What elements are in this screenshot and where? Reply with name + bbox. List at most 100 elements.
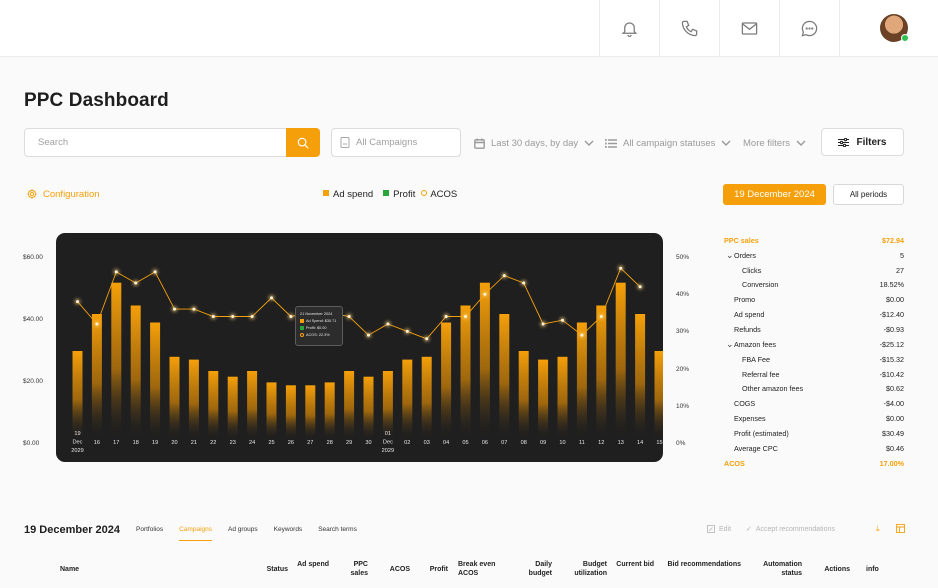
search-input[interactable] [24, 128, 287, 157]
bar-ad-spend[interactable] [441, 322, 452, 441]
edit-button[interactable]: Edit [707, 525, 731, 533]
acos-point[interactable] [367, 333, 370, 337]
legend-acos[interactable]: ACOS [421, 189, 457, 200]
bar-ad-spend[interactable] [518, 351, 529, 440]
bar-ad-spend[interactable] [538, 359, 549, 440]
date-range-select[interactable]: Last 30 days, by day [474, 134, 594, 152]
bar-ad-spend[interactable] [130, 305, 141, 441]
acos-point[interactable] [541, 322, 545, 326]
summary-row[interactable]: ⌄ Orders 5 [724, 248, 904, 263]
selected-date-button[interactable]: 19 December 2024 [723, 184, 826, 205]
column-header-profit[interactable]: Profit [424, 565, 448, 574]
column-header-name[interactable]: Name [60, 565, 120, 574]
acos-point[interactable] [483, 292, 487, 296]
column-header-bid-recommendations[interactable]: Bid recommendations [665, 560, 741, 569]
column-header-budget-utilization[interactable]: Budget utilization [562, 560, 607, 578]
column-header-ad-spend[interactable]: Ad spend [296, 560, 329, 569]
bar-ad-spend[interactable] [460, 305, 471, 441]
acos-point[interactable] [386, 322, 390, 326]
chevron-down-icon[interactable]: ⌄ [726, 251, 734, 260]
acos-point[interactable] [522, 281, 526, 285]
acos-point[interactable] [444, 315, 448, 318]
bar-ad-spend[interactable] [615, 282, 626, 440]
acos-point[interactable] [95, 322, 99, 326]
bar-ad-spend[interactable] [479, 282, 490, 440]
column-header-break-even-acos[interactable]: Break even ACOS [458, 560, 506, 578]
avatar[interactable] [880, 14, 909, 42]
legend-ad-spend[interactable]: Ad spend [323, 189, 373, 200]
tab-campaigns[interactable]: Campaigns [179, 526, 212, 541]
bar-ad-spend[interactable] [557, 356, 568, 441]
bar-ad-spend[interactable] [635, 314, 646, 440]
bar-ad-spend[interactable] [421, 356, 432, 441]
acos-point[interactable] [134, 281, 138, 285]
tab-ad-groups[interactable]: Ad groups [228, 526, 258, 541]
tab-keywords[interactable]: Keywords [274, 526, 303, 541]
bar-ad-spend[interactable] [72, 351, 83, 440]
tab-portfolios[interactable]: Portfolios [136, 526, 163, 541]
tab-search-terms[interactable]: Search terms [318, 526, 357, 541]
column-header-actions[interactable]: Actions [818, 565, 850, 574]
acos-point[interactable] [464, 315, 467, 318]
search-button[interactable] [286, 128, 320, 157]
acos-point[interactable] [153, 270, 157, 274]
column-header-current-bid[interactable]: Current bid [616, 560, 654, 569]
columns-icon[interactable] [896, 524, 905, 535]
notifications-button[interactable] [599, 0, 659, 57]
acos-point[interactable] [347, 315, 351, 318]
acos-point[interactable] [76, 300, 79, 304]
acos-point[interactable] [561, 318, 564, 322]
column-header-info[interactable]: info [866, 565, 886, 574]
bar-ad-spend[interactable] [150, 322, 161, 441]
phone-button[interactable] [659, 0, 719, 57]
chevron-down-icon[interactable]: ⌄ [726, 340, 734, 349]
bar-ad-spend[interactable] [402, 359, 413, 440]
acos-point[interactable] [619, 266, 623, 270]
bar-ad-spend[interactable] [305, 385, 316, 441]
column-header-ppc-sales[interactable]: PPC sales [340, 560, 368, 578]
campaign-status-select[interactable]: All campaign statuses [605, 134, 731, 152]
acos-point[interactable] [405, 329, 409, 333]
filters-button[interactable]: Filters [821, 128, 904, 156]
acos-point[interactable] [192, 307, 196, 311]
chat-button[interactable] [779, 0, 839, 57]
all-periods-button[interactable]: All periods [833, 184, 904, 205]
bar-ad-spend[interactable] [169, 356, 180, 441]
bar-ad-spend[interactable] [596, 305, 607, 441]
acos-point[interactable] [211, 315, 215, 318]
acos-point[interactable] [250, 315, 254, 318]
acos-point[interactable] [289, 315, 293, 318]
configuration-link[interactable]: Configuration [26, 188, 100, 200]
summary-row[interactable]: ⌄ Amazon fees -$25.12 [724, 337, 904, 352]
bar-ad-spend[interactable] [499, 314, 510, 440]
bar-ad-spend[interactable] [324, 382, 335, 440]
download-icon[interactable]: ⤓ [876, 524, 880, 534]
bar-ad-spend[interactable] [344, 371, 355, 440]
acos-point[interactable] [173, 307, 176, 311]
column-header-status[interactable]: Status [252, 565, 288, 574]
bar-ad-spend[interactable] [91, 314, 102, 440]
bar-ad-spend[interactable] [188, 359, 199, 440]
acos-point[interactable] [580, 333, 584, 337]
column-header-daily-budget[interactable]: Daily budget [514, 560, 552, 578]
bar-ad-spend[interactable] [285, 385, 296, 441]
bar-ad-spend[interactable] [208, 371, 219, 440]
bar-ad-spend[interactable] [266, 382, 277, 440]
column-header-automation-status[interactable]: Automation status [748, 560, 802, 578]
bar-ad-spend[interactable] [654, 351, 664, 440]
acos-point[interactable] [114, 270, 118, 274]
acos-point[interactable] [270, 296, 273, 300]
bar-ad-spend[interactable] [247, 371, 258, 440]
bar-ad-spend[interactable] [576, 322, 587, 441]
bar-ad-spend[interactable] [111, 282, 122, 440]
bar-ad-spend[interactable] [382, 371, 393, 440]
campaigns-select[interactable]: All Campaigns [331, 128, 461, 157]
bar-ad-spend[interactable] [363, 376, 374, 440]
acos-point[interactable] [502, 274, 506, 278]
column-header-acos[interactable]: ACOS [386, 565, 410, 574]
bar-ad-spend[interactable] [227, 376, 238, 440]
acos-point[interactable] [231, 315, 235, 318]
accept-recommendations-button[interactable]: ✓ Accept recommendations [746, 525, 835, 534]
more-filters-select[interactable]: More filters [743, 134, 806, 152]
legend-profit[interactable]: Profit [383, 189, 415, 200]
